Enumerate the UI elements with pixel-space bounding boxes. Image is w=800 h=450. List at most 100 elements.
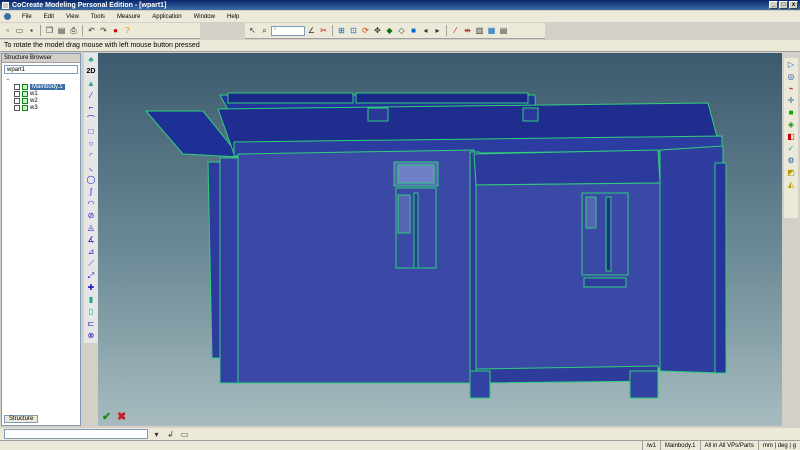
- visibility-checkbox[interactable]: [14, 83, 20, 90]
- line-tool-icon[interactable]: ⁄: [85, 90, 97, 101]
- model-canvas[interactable]: [98, 53, 782, 426]
- tree-item[interactable]: w2: [6, 97, 80, 104]
- mirror-tool-icon[interactable]: ◬: [85, 222, 97, 233]
- shaded-view-icon[interactable]: ◆: [384, 25, 395, 36]
- model-viewport[interactable]: [98, 53, 782, 426]
- print-icon[interactable]: ⎙: [68, 25, 79, 36]
- move-tool-icon[interactable]: ▯: [85, 306, 97, 317]
- stop-icon[interactable]: ●: [110, 25, 121, 36]
- system-menu-icon[interactable]: [4, 13, 11, 20]
- open-folder-icon[interactable]: ▭: [14, 25, 25, 36]
- minimize-button[interactable]: _: [769, 1, 778, 9]
- arc-3pt-icon[interactable]: ◜: [85, 150, 97, 161]
- 2d-mode-label[interactable]: 2D: [85, 66, 97, 77]
- menu-view[interactable]: View: [61, 14, 84, 20]
- circle-tool-icon[interactable]: ○: [85, 138, 97, 149]
- layers-icon[interactable]: ▦: [486, 25, 497, 36]
- app-icon: [2, 1, 9, 9]
- rectangle-tool-icon[interactable]: □: [85, 126, 97, 137]
- copy-tool-icon[interactable]: ▮: [85, 294, 97, 305]
- redo-icon[interactable]: ↷: [98, 25, 109, 36]
- spline-tool-icon[interactable]: ∫: [85, 186, 97, 197]
- chamfer-tool-icon[interactable]: ⊿: [85, 246, 97, 257]
- split-tool-icon[interactable]: ✚: [85, 282, 97, 293]
- accept-icon[interactable]: ✔: [102, 410, 111, 423]
- select-icon[interactable]: ↖: [247, 25, 258, 36]
- command-input[interactable]: [4, 429, 148, 439]
- 3d-tool-icon[interactable]: ♣: [85, 54, 97, 65]
- ellipse-tool-icon[interactable]: ◯: [85, 174, 97, 185]
- undo-icon[interactable]: ↶: [86, 25, 97, 36]
- command-window-icon[interactable]: ▭: [179, 429, 190, 440]
- menu-help[interactable]: Help: [222, 14, 244, 20]
- copy-icon[interactable]: ❐: [44, 25, 55, 36]
- menu-tools[interactable]: Tools: [86, 14, 110, 20]
- green-box-icon[interactable]: ■: [785, 107, 797, 118]
- rotate-view-icon[interactable]: ⟳: [360, 25, 371, 36]
- fit-view-icon[interactable]: ⊞: [336, 25, 347, 36]
- dimension-icon[interactable]: ⇹: [462, 25, 473, 36]
- collapse-icon[interactable]: −: [6, 77, 10, 83]
- menu-window[interactable]: Window: [189, 14, 220, 20]
- command-back-icon[interactable]: ↲: [165, 429, 176, 440]
- section-icon[interactable]: ▥: [474, 25, 485, 36]
- help-icon[interactable]: ?: [122, 25, 133, 36]
- extrude-icon[interactable]: ▲: [85, 78, 97, 89]
- draw-line-icon[interactable]: ⁄: [450, 25, 461, 36]
- lamp-icon[interactable]: ◭: [785, 179, 797, 190]
- menu-file[interactable]: File: [17, 14, 37, 20]
- maximize-button[interactable]: □: [779, 1, 788, 9]
- visibility-checkbox[interactable]: [14, 97, 20, 104]
- tree-item[interactable]: w3: [6, 104, 80, 111]
- angle-tool-icon[interactable]: ∡: [85, 234, 97, 245]
- box-tool-icon[interactable]: ⊏: [85, 318, 97, 329]
- command-dropdown-icon[interactable]: ▾: [151, 429, 162, 440]
- tool-icon[interactable]: ▷: [785, 59, 797, 70]
- part-icon[interactable]: ◈: [785, 119, 797, 130]
- zoom-combo[interactable]: °: [271, 25, 305, 36]
- fillet-tool-icon[interactable]: ◟: [85, 162, 97, 173]
- next-view-icon[interactable]: ▸: [432, 25, 443, 36]
- dimension-tool-icon[interactable]: ⤢: [85, 270, 97, 281]
- polyline-tool-icon[interactable]: ⌐: [85, 102, 97, 113]
- axis-icon[interactable]: ✛: [785, 95, 797, 106]
- status-units[interactable]: mm | deg | g: [757, 441, 800, 450]
- angle-icon[interactable]: ∠: [306, 25, 317, 36]
- menu-application[interactable]: Application: [147, 14, 186, 20]
- new-file-icon[interactable]: ▫: [2, 25, 13, 36]
- front-view-icon[interactable]: ■: [408, 25, 419, 36]
- assembly-icon[interactable]: ◧: [785, 131, 797, 142]
- menu-measure[interactable]: Measure: [112, 14, 145, 20]
- check-icon[interactable]: ✓: [785, 143, 797, 154]
- properties-icon[interactable]: ▤: [498, 25, 509, 36]
- model-face: [583, 277, 627, 288]
- close-button[interactable]: x: [789, 1, 798, 9]
- tree-item[interactable]: Mainbody.1: [6, 83, 80, 90]
- wire-view-icon[interactable]: ◇: [396, 25, 407, 36]
- zoom-lens-icon[interactable]: ⌕: [259, 25, 270, 36]
- pan-icon[interactable]: ✥: [372, 25, 383, 36]
- save-icon[interactable]: ▪: [26, 25, 37, 36]
- trim-tool-icon[interactable]: ◠: [85, 198, 97, 209]
- visibility-checkbox[interactable]: [14, 104, 20, 111]
- model-face: [367, 107, 389, 122]
- sketch-icon[interactable]: ⌁: [785, 83, 797, 94]
- previous-view-icon[interactable]: ◂: [420, 25, 431, 36]
- tab-structure[interactable]: Structure: [4, 415, 39, 423]
- paint-icon[interactable]: ◩: [785, 167, 797, 178]
- construction-line-icon[interactable]: ⟋: [85, 258, 97, 269]
- menu-edit[interactable]: Edit: [39, 14, 59, 20]
- feature-icon[interactable]: ⚙: [785, 155, 797, 166]
- visibility-checkbox[interactable]: [14, 90, 20, 97]
- part-selector[interactable]: wpart1: [4, 65, 78, 74]
- cancel-icon[interactable]: ✖: [117, 410, 126, 423]
- orbit-icon[interactable]: ◎: [785, 71, 797, 82]
- offset-tool-icon[interactable]: ⊘: [85, 210, 97, 221]
- tree-item[interactable]: w1: [6, 90, 80, 97]
- filter-icon[interactable]: ✂: [318, 25, 329, 36]
- zoom-window-icon[interactable]: ⊡: [348, 25, 359, 36]
- arc-tool-icon[interactable]: ⌒: [85, 114, 97, 125]
- delete-tool-icon[interactable]: ⊗: [85, 330, 97, 341]
- tree-root[interactable]: −: [6, 76, 80, 83]
- paste-icon[interactable]: ▤: [56, 25, 67, 36]
